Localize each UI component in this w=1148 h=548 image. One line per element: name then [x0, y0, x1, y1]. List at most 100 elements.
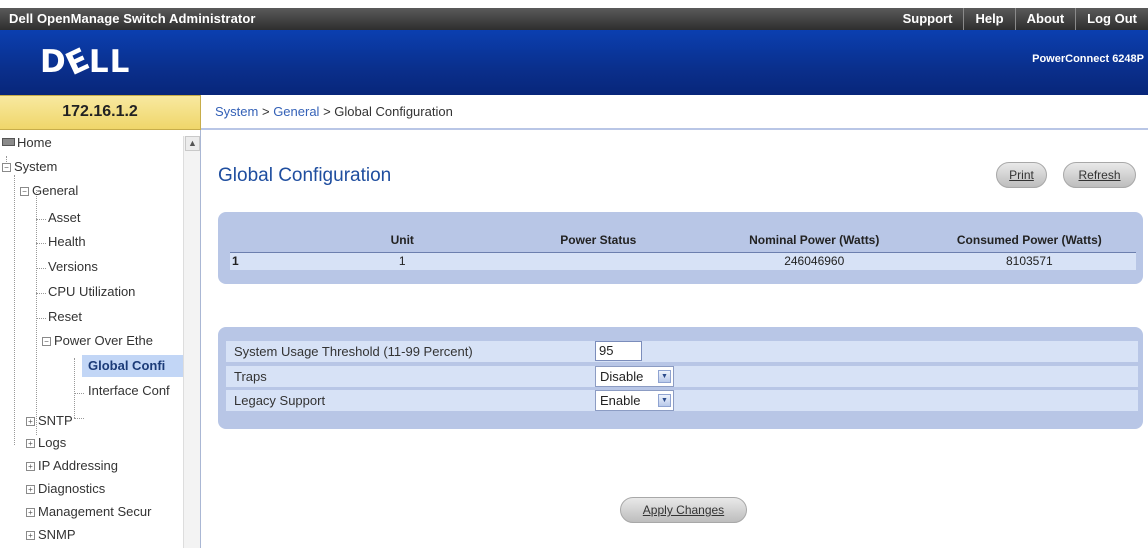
app-title: Dell OpenManage Switch Administrator: [9, 11, 256, 26]
sidebar-item-power-over-ethernet[interactable]: − Power Over Ethe: [42, 330, 153, 352]
sidebar-item-label: Logs: [38, 435, 67, 450]
tree-line: [36, 293, 46, 294]
sidebar-tree: Home − System − General Asset Health Versi…: [0, 130, 201, 548]
threshold-row: System Usage Threshold (11-99 Percent) 9…: [226, 341, 1138, 362]
tree-line: [14, 175, 15, 445]
expand-icon[interactable]: +: [26, 531, 35, 540]
expand-icon[interactable]: +: [26, 439, 35, 448]
sidebar-item-cpu-utilization[interactable]: CPU Utilization: [48, 281, 135, 303]
collapse-icon[interactable]: −: [42, 337, 51, 346]
home-icon: [2, 138, 15, 146]
legacy-support-label: Legacy Support: [234, 393, 326, 408]
traps-select[interactable]: Disable ▼: [595, 366, 674, 387]
column-header-consumed-power: Consumed Power (Watts): [922, 228, 1136, 253]
breadcrumb-current: Global Configuration: [334, 104, 453, 119]
sidebar-scrollbar[interactable]: ▲: [183, 136, 200, 548]
sidebar-item-label: Diagnostics: [38, 481, 106, 496]
refresh-button[interactable]: Refresh: [1063, 162, 1136, 188]
sidebar-item-interface-configuration[interactable]: Interface Conf: [88, 380, 170, 402]
sidebar-item-versions[interactable]: Versions: [48, 256, 98, 278]
main-content: Global Configuration Print Refresh Unit …: [202, 132, 1148, 548]
sidebar-item-general[interactable]: − General: [20, 180, 78, 202]
traps-selected-value: Disable: [600, 369, 644, 384]
about-link[interactable]: About: [1014, 8, 1076, 30]
tree-line: [36, 219, 46, 220]
sidebar-item-label: Home: [17, 135, 52, 150]
sidebar-item-health[interactable]: Health: [48, 231, 86, 253]
logout-link[interactable]: Log Out: [1075, 8, 1148, 30]
breadcrumb: System > General > Global Configuration: [201, 95, 1148, 130]
sidebar-item-label: SNMP: [38, 527, 76, 542]
sidebar-item-ip-addressing[interactable]: + IP Addressing: [26, 455, 118, 477]
breadcrumb-general[interactable]: General: [273, 104, 319, 119]
expand-icon[interactable]: +: [26, 417, 35, 426]
power-status-cell: [490, 252, 706, 270]
sidebar-item-label: SNTP: [38, 413, 73, 428]
page-title: Global Configuration: [218, 165, 392, 186]
sidebar-item-management-security[interactable]: + Management Secur: [26, 501, 151, 523]
legacy-support-row: Legacy Support Enable ▼: [226, 390, 1138, 411]
sidebar-item-label: Power Over Ethe: [54, 333, 153, 348]
tree-line: [36, 268, 46, 269]
sidebar-item-label: Management Secur: [38, 504, 152, 519]
model-name: PowerConnect 6248P: [1032, 53, 1144, 65]
row-index: 1: [230, 252, 314, 270]
sidebar-item-label: System: [14, 159, 58, 174]
tree-line: [36, 190, 37, 435]
sidebar-item-diagnostics[interactable]: + Diagnostics: [26, 478, 105, 500]
breadcrumb-separator: >: [261, 104, 270, 119]
tree-line: [74, 393, 84, 394]
sidebar-item-asset[interactable]: Asset: [48, 207, 81, 229]
sidebar-item-home[interactable]: Home: [2, 132, 52, 154]
legacy-support-select[interactable]: Enable ▼: [595, 390, 674, 411]
nominal-power-cell: 246046960: [705, 252, 923, 270]
help-link[interactable]: Help: [963, 8, 1014, 30]
threshold-label: System Usage Threshold (11-99 Percent): [234, 344, 473, 359]
scroll-up-icon[interactable]: ▲: [185, 136, 200, 151]
support-link[interactable]: Support: [892, 8, 964, 30]
tree-line: [36, 243, 46, 244]
ip-address: 172.16.1.2: [0, 95, 201, 130]
traps-row: Traps Disable ▼: [226, 366, 1138, 387]
sidebar-item-global-configuration[interactable]: Global Confi: [82, 355, 184, 377]
chevron-down-icon[interactable]: ▼: [658, 394, 671, 407]
dell-logo: DELL: [40, 40, 131, 84]
column-header: [230, 228, 314, 253]
table-row: 1 1 246046960 8103571: [230, 252, 1136, 270]
legacy-selected-value: Enable: [600, 393, 641, 408]
tree-line: [74, 358, 75, 418]
sidebar-item-system[interactable]: − System: [2, 156, 57, 178]
sidebar-item-sntp[interactable]: + SNTP: [26, 410, 73, 432]
expand-icon[interactable]: +: [26, 462, 35, 471]
top-bar: Dell OpenManage Switch Administrator Sup…: [0, 0, 1148, 30]
column-header-nominal-power: Nominal Power (Watts): [705, 228, 923, 253]
column-header-power-status: Power Status: [490, 228, 706, 253]
breadcrumb-separator: >: [323, 104, 331, 119]
breadcrumb-system[interactable]: System: [215, 104, 258, 119]
unit-cell: 1: [313, 252, 491, 270]
collapse-icon[interactable]: −: [2, 163, 11, 172]
tree-line: [74, 418, 84, 419]
sidebar-item-label: General: [32, 183, 79, 198]
print-button[interactable]: Print: [996, 162, 1047, 188]
traps-label: Traps: [234, 369, 267, 384]
collapse-icon[interactable]: −: [20, 187, 29, 196]
column-header-unit: Unit: [313, 228, 491, 253]
threshold-input[interactable]: 95: [595, 341, 642, 361]
expand-icon[interactable]: +: [26, 508, 35, 517]
apply-changes-button[interactable]: Apply Changes: [620, 497, 747, 523]
settings-panel: System Usage Threshold (11-99 Percent) 9…: [218, 327, 1143, 429]
sidebar-item-reset[interactable]: Reset: [48, 306, 82, 328]
banner: DELL PowerConnect 6248P: [0, 30, 1148, 95]
sidebar-item-snmp[interactable]: + SNMP: [26, 524, 76, 546]
consumed-power-cell: 8103571: [922, 252, 1136, 270]
tree-line: [36, 318, 46, 319]
sidebar-item-logs[interactable]: + Logs: [26, 432, 66, 454]
power-status-table: Unit Power Status Nominal Power (Watts) …: [230, 228, 1136, 270]
top-nav: Support Help About Log Out: [892, 8, 1148, 30]
sidebar-item-label: IP Addressing: [38, 458, 118, 473]
chevron-down-icon[interactable]: ▼: [658, 370, 671, 383]
power-status-panel: Unit Power Status Nominal Power (Watts) …: [218, 212, 1143, 284]
table-header-row: Unit Power Status Nominal Power (Watts) …: [230, 228, 1136, 253]
expand-icon[interactable]: +: [26, 485, 35, 494]
